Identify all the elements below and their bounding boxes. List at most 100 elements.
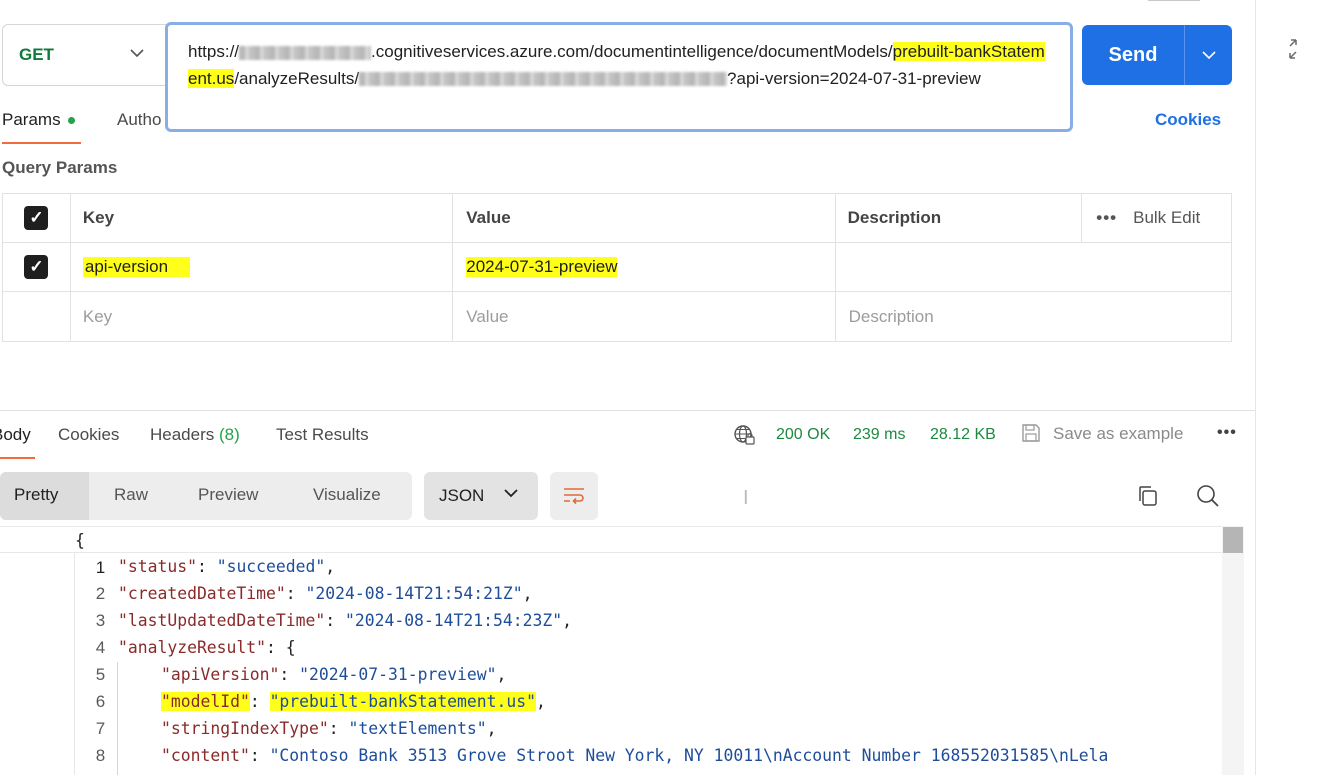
chevron-down-icon — [1201, 51, 1216, 60]
redacted-result-id — [359, 72, 728, 87]
json-value: "2024-07-31-preview" — [299, 665, 497, 684]
tab-response-cookies[interactable]: Cookies — [58, 425, 119, 445]
wrap-icon — [564, 488, 584, 505]
select-all-checkbox[interactable]: ✓ — [24, 206, 49, 230]
json-key: "apiVersion" — [161, 665, 280, 684]
code-text: { — [75, 531, 85, 550]
bulk-edit-button[interactable]: ••• Bulk Edit — [1082, 194, 1231, 242]
json-value: "Contoso Bank 3513 Grove Stroot New York… — [269, 746, 1109, 765]
json-value: "succeeded" — [216, 557, 326, 576]
url-query: ?api-version=2024-07-31-preview — [727, 68, 981, 88]
right-sidebar — [1255, 0, 1328, 775]
table-row-empty: Key Value Description — [3, 292, 1231, 341]
response-time[interactable]: 239 ms — [853, 426, 905, 444]
url-prefix: https:// — [188, 42, 240, 61]
wrap-lines-button[interactable] — [550, 472, 598, 520]
json-key: "createdDateTime" — [118, 584, 286, 603]
query-params-table: ✓ Key Value Description ••• Bulk Edit ✓ … — [2, 193, 1232, 342]
json-key: "lastUpdatedDateTime" — [118, 611, 326, 630]
tab-params[interactable]: Params — [2, 110, 75, 130]
cookies-link[interactable]: Cookies — [1155, 110, 1221, 130]
response-size[interactable]: 28.12 KB — [930, 426, 996, 444]
json-value: "textElements" — [348, 719, 487, 738]
url-host: .cognitiveservices.azure.com/documentint… — [371, 42, 893, 61]
view-raw[interactable]: Raw — [114, 485, 148, 505]
save-as-example-button[interactable]: Save as example — [1053, 424, 1183, 444]
code-line: 1 { — [0, 526, 1222, 577]
header-value: Value — [453, 194, 836, 242]
json-value: { — [285, 638, 296, 657]
format-select[interactable]: JSON — [424, 472, 538, 520]
header-key: Key — [71, 194, 454, 242]
text-cursor-icon: I — [743, 487, 749, 509]
status-code[interactable]: 200 OK — [776, 426, 830, 444]
vertical-scrollbar[interactable] — [1222, 526, 1244, 775]
bulk-edit-label: Bulk Edit — [1133, 208, 1201, 227]
new-value-input[interactable]: Value — [453, 292, 836, 341]
tab-body-label: Body — [0, 425, 31, 444]
globe-icon[interactable] — [733, 424, 755, 446]
response-divider[interactable] — [0, 410, 1255, 411]
url-input[interactable]: https:// .cognitiveservices.azure.com/doc… — [165, 22, 1073, 132]
tab-headers-label: Headers — [150, 425, 215, 444]
redacted-host — [239, 45, 372, 60]
tab-body[interactable]: Body — [0, 425, 31, 445]
postman-window: GET https:// .cognitiveservices.azure.com… — [0, 0, 1328, 775]
tab-response-headers[interactable]: Headers (8) — [150, 425, 240, 445]
code-line: 9 "content": "Contoso Bank 3513 Grove St… — [0, 742, 1222, 775]
code-line: 5 "analyzeResult": { — [0, 634, 1222, 684]
json-key-highlighted: "modelId" — [161, 692, 250, 711]
more-options-icon[interactable]: ••• — [1217, 424, 1237, 442]
param-key-cell[interactable]: api-version — [71, 243, 454, 291]
chevron-down-icon — [504, 486, 518, 501]
json-value: "2024-08-14T21:54:21Z" — [305, 584, 523, 603]
json-value-highlighted: "prebuilt-bankStatement.us" — [269, 692, 536, 711]
collapse-icon[interactable] — [1283, 38, 1303, 60]
view-pretty[interactable]: Pretty — [14, 485, 58, 505]
json-value: "2024-08-14T21:54:23Z" — [344, 611, 563, 630]
json-key: "analyzeResult" — [118, 638, 267, 657]
scrollbar-thumb[interactable] — [1223, 527, 1243, 553]
line-number: 9 — [59, 769, 105, 775]
table-row: ✓ api-version 2024-07-31-preview — [3, 243, 1231, 292]
method-select[interactable]: GET — [2, 24, 166, 86]
param-enabled-checkbox[interactable]: ✓ — [24, 255, 49, 279]
headers-count: (8) — [219, 425, 240, 444]
select-all-cell: ✓ — [3, 194, 71, 242]
view-visualize[interactable]: Visualize — [313, 485, 381, 505]
format-label: JSON — [439, 486, 485, 505]
json-key: "stringIndexType" — [161, 719, 329, 738]
header-description: Description — [836, 194, 1083, 242]
tab-test-results[interactable]: Test Results — [276, 425, 369, 445]
row-check-cell: ✓ — [3, 243, 71, 291]
param-key: api-version — [82, 257, 191, 277]
code-line: 7 "modelId": "prebuilt-bankStatement.us"… — [0, 688, 1222, 738]
code-line: 4 "lastUpdatedDateTime": "2024-08-14T21:… — [0, 607, 1222, 657]
tab-body-underline — [0, 457, 35, 459]
code-line: 3 "createdDateTime": "2024-08-14T21:54:2… — [0, 580, 1222, 630]
param-value-cell[interactable]: 2024-07-31-preview — [453, 243, 836, 291]
search-icon[interactable] — [1196, 484, 1220, 508]
code-line: 2 "status": "succeeded", — [0, 553, 1222, 603]
code-line: 8 "stringIndexType": "textElements", — [0, 715, 1222, 765]
new-key-input[interactable]: Key — [71, 292, 454, 341]
param-value: 2024-07-31-preview — [466, 257, 618, 277]
copy-icon[interactable] — [1136, 484, 1160, 508]
tab-authorization[interactable]: Autho — [117, 110, 161, 130]
params-active-dot — [67, 117, 75, 125]
more-icon: ••• — [1096, 208, 1118, 227]
query-params-title: Query Params — [2, 158, 118, 177]
empty-check-cell — [3, 292, 71, 341]
tab-params-label: Params — [2, 110, 61, 129]
send-options-button[interactable] — [1184, 25, 1232, 85]
new-description-input[interactable]: Description — [836, 292, 1231, 341]
param-description-cell[interactable] — [836, 243, 1231, 291]
view-preview[interactable]: Preview — [198, 485, 258, 505]
tab-params-underline — [2, 142, 81, 144]
code-line: 6 "apiVersion": "2024-07-31-preview", — [0, 661, 1222, 711]
url-model-highlight-1: prebuilt- — [892, 42, 955, 61]
json-key: "status" — [118, 557, 197, 576]
table-header-row: ✓ Key Value Description ••• Bulk Edit — [3, 194, 1231, 243]
send-button[interactable]: Send — [1082, 25, 1184, 85]
response-body-editor[interactable]: 1 { 2 "status": "succeeded", 3 "createdD… — [0, 526, 1222, 775]
